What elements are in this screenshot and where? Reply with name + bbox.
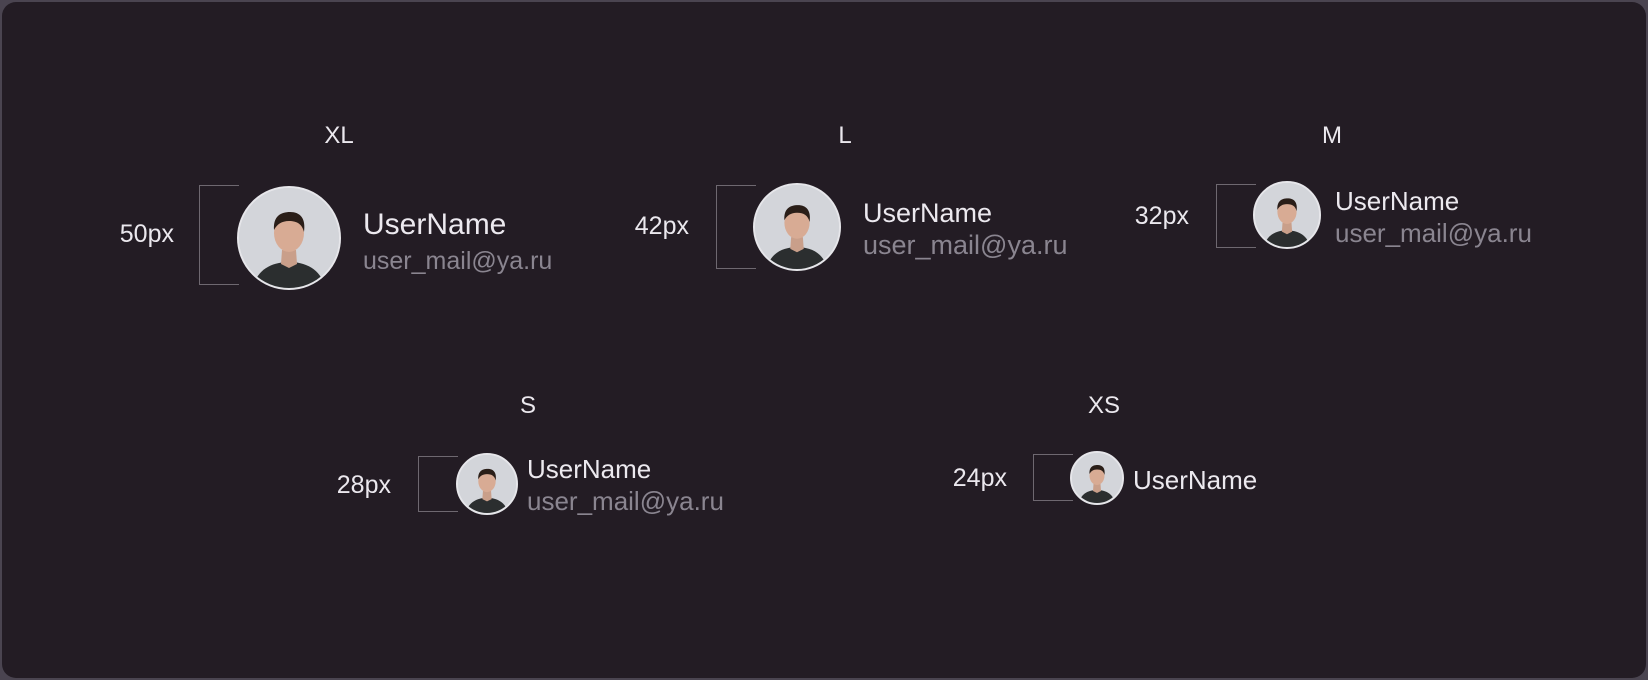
size-title-xl: XL [324, 122, 354, 149]
person-avatar-icon [239, 188, 339, 288]
dimension-label-xs: 24px [952, 464, 1007, 492]
dimension-bracket-l [716, 185, 756, 269]
email-xl: user_mail@ya.ru [363, 247, 553, 275]
username-xs: UserName [1133, 465, 1258, 495]
dimension-bracket-s [418, 456, 458, 512]
person-avatar-icon [755, 185, 839, 269]
size-title-xs: XS [1087, 392, 1120, 419]
avatar-xs[interactable] [1070, 451, 1124, 505]
person-avatar-icon [1072, 453, 1122, 503]
dimension-bracket-xs [1033, 454, 1073, 501]
showcase-frame: XL 50px UserName user_mail@ya.ru L 42px … [2, 2, 1646, 678]
dimension-label-s: 28px [336, 471, 391, 499]
dimension-bracket-xl [199, 185, 239, 285]
avatar-l[interactable] [753, 183, 841, 271]
email-m: user_mail@ya.ru [1335, 218, 1532, 248]
email-s: user_mail@ya.ru [527, 486, 724, 516]
username-s: UserName [527, 454, 652, 484]
dimension-bracket-m [1216, 184, 1256, 248]
avatar-xl[interactable] [237, 186, 341, 290]
person-avatar-icon [458, 455, 516, 513]
dimension-label-m: 32px [1134, 202, 1189, 230]
avatar-m[interactable] [1253, 181, 1321, 249]
dimension-label-xl: 50px [119, 220, 174, 248]
username-xl: UserName [363, 208, 507, 241]
size-title-s: S [519, 392, 536, 419]
person-avatar-icon [1255, 183, 1319, 247]
username-m: UserName [1335, 186, 1460, 216]
size-title-m: M [1322, 122, 1342, 149]
username-l: UserName [863, 198, 993, 228]
dimension-label-l: 42px [634, 212, 689, 240]
email-l: user_mail@ya.ru [863, 230, 1068, 260]
avatar-s[interactable] [456, 453, 518, 515]
size-title-l: L [838, 122, 852, 149]
